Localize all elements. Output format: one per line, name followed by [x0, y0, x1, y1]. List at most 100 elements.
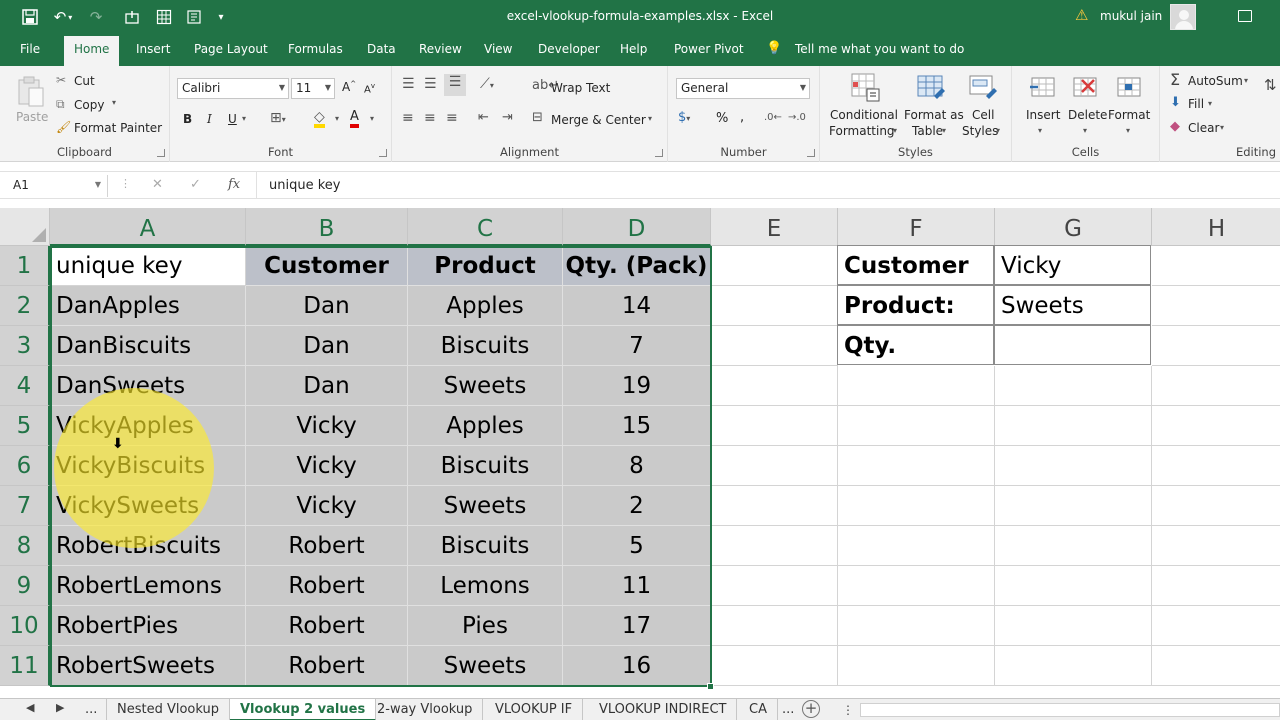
table-cell[interactable]: 11 — [563, 566, 711, 606]
tab-view[interactable]: View — [484, 42, 512, 56]
conditional-formatting-line1[interactable]: Conditional — [830, 108, 898, 122]
table-header-cell[interactable]: Customer — [246, 246, 408, 286]
tab-developer[interactable]: Developer — [538, 42, 600, 56]
decrease-font-icon[interactable]: Av — [364, 82, 375, 95]
fill-dropdown-icon[interactable]: ▾ — [1208, 99, 1212, 108]
delete-cells-button[interactable]: Delete — [1068, 108, 1107, 122]
empty-cell[interactable] — [1152, 486, 1280, 526]
table-cell[interactable]: Biscuits — [408, 326, 563, 366]
horizontal-scrollbar[interactable] — [860, 703, 1280, 717]
wrap-text-button[interactable]: Wrap Text — [551, 81, 610, 95]
new-sheet-plus-icon[interactable]: + — [802, 700, 820, 718]
number-launcher-icon[interactable] — [807, 149, 815, 157]
sheet-tab-vlookup-if[interactable]: VLOOKUP IF — [485, 699, 584, 720]
copy-button[interactable]: Copy — [74, 98, 104, 112]
increase-font-icon[interactable]: A^ — [342, 80, 356, 94]
empty-cell[interactable] — [711, 486, 838, 526]
column-header-f[interactable]: F — [838, 208, 995, 246]
number-format-select[interactable]: General ▼ — [676, 78, 810, 99]
increase-decimal-icon[interactable]: .0← — [764, 112, 782, 123]
delete-cells-dropdown-icon[interactable]: ▾ — [1083, 126, 1087, 135]
tab-formulas[interactable]: Formulas — [288, 42, 343, 56]
table-cell[interactable]: Dan — [246, 326, 408, 366]
decrease-indent-icon[interactable]: ⇤ — [478, 110, 489, 125]
table-cell[interactable]: 5 — [563, 526, 711, 566]
empty-cell[interactable] — [1152, 606, 1280, 646]
table-header-cell[interactable]: Product — [408, 246, 563, 286]
empty-cell[interactable] — [838, 406, 995, 446]
insert-cells-icon[interactable] — [1028, 72, 1058, 102]
empty-cell[interactable] — [838, 366, 995, 406]
sheet-tab-vlookup-2-values[interactable]: Vlookup 2 values — [230, 699, 377, 720]
formula-input[interactable]: unique key — [256, 172, 1280, 198]
sheet-tab-2-way-vlookup[interactable]: 2-way Vlookup — [367, 699, 484, 720]
comma-style-icon[interactable]: , — [740, 110, 744, 125]
format-as-table-dropdown-icon[interactable]: ▾ — [942, 126, 946, 135]
empty-cell[interactable] — [711, 246, 838, 286]
tab-home[interactable]: Home — [64, 36, 120, 66]
empty-cell[interactable] — [995, 606, 1152, 646]
font-color-icon[interactable]: A — [350, 110, 359, 128]
empty-cell[interactable] — [711, 566, 838, 606]
row-header-11[interactable]: 11 — [0, 646, 50, 686]
alignment-launcher-icon[interactable] — [655, 149, 663, 157]
fill-color-icon[interactable]: ◇ — [314, 110, 325, 128]
table-cell[interactable]: Vicky — [246, 486, 408, 526]
font-color-dropdown-icon[interactable]: ▾ — [370, 114, 374, 123]
tab-page-layout[interactable]: Page Layout — [194, 42, 268, 56]
format-cells-icon[interactable] — [1114, 72, 1144, 102]
row-header-2[interactable]: 2 — [0, 286, 50, 326]
table-cell[interactable]: Sweets — [408, 486, 563, 526]
autosum-dropdown-icon[interactable]: ▾ — [1244, 76, 1248, 85]
format-cells-button[interactable]: Format — [1108, 108, 1150, 122]
paste-label[interactable]: Paste — [16, 110, 48, 124]
copy-dropdown-icon[interactable]: ▾ — [112, 98, 116, 107]
tab-file[interactable]: File — [20, 42, 40, 56]
paste-icon[interactable] — [16, 74, 46, 107]
table-header-cell[interactable]: Qty. (Pack) — [563, 246, 711, 286]
table-cell[interactable]: Pies — [408, 606, 563, 646]
empty-cell[interactable] — [711, 446, 838, 486]
scroll-tabs-right-icon[interactable]: ▶ — [56, 701, 64, 714]
decrease-decimal-icon[interactable]: →.0 — [788, 112, 806, 123]
row-header-9[interactable]: 9 — [0, 566, 50, 606]
format-painter-button[interactable]: Format Painter — [74, 121, 162, 135]
empty-cell[interactable] — [1152, 446, 1280, 486]
table-cell[interactable]: 2 — [563, 486, 711, 526]
select-all-corner[interactable] — [0, 208, 50, 246]
table-cell[interactable]: Sweets — [408, 366, 563, 406]
underline-dropdown-icon[interactable]: ▾ — [242, 114, 246, 123]
column-header-a[interactable]: A — [50, 208, 246, 246]
empty-cell[interactable] — [995, 486, 1152, 526]
delete-cells-icon[interactable] — [1070, 72, 1100, 102]
table-cell[interactable]: Apples — [408, 406, 563, 446]
column-header-g[interactable]: G — [995, 208, 1152, 246]
align-right-icon[interactable]: ≡ — [446, 110, 458, 126]
autosum-button[interactable]: AutoSum — [1188, 74, 1243, 88]
align-bottom-icon[interactable]: ☰ — [444, 74, 466, 96]
align-left-icon[interactable]: ≡ — [402, 110, 414, 126]
orientation-icon[interactable]: ⟋▾ — [480, 76, 494, 92]
sheet-tab-nested-vlookup[interactable]: Nested Vlookup — [106, 699, 231, 720]
insert-cells-dropdown-icon[interactable]: ▾ — [1038, 126, 1042, 135]
conditional-formatting-line2[interactable]: Formatting — [829, 124, 895, 138]
borders-icon[interactable]: ⊞▾ — [270, 110, 286, 126]
fill-color-dropdown-icon[interactable]: ▾ — [335, 114, 339, 123]
clear-button[interactable]: Clear — [1188, 121, 1219, 135]
insert-function-button[interactable]: fx — [228, 177, 240, 192]
tab-help[interactable]: Help — [620, 42, 647, 56]
table-cell[interactable]: RobertSweets — [50, 646, 246, 686]
format-as-table-icon[interactable] — [916, 72, 946, 102]
format-as-table-line1[interactable]: Format as — [904, 108, 964, 122]
italic-button[interactable]: I — [207, 112, 212, 126]
empty-cell[interactable] — [1152, 566, 1280, 606]
empty-cell[interactable] — [711, 606, 838, 646]
font-name-select[interactable]: Calibri ▼ — [177, 78, 289, 99]
empty-cell[interactable] — [1152, 326, 1280, 366]
empty-cell[interactable] — [1152, 286, 1280, 326]
fill-handle[interactable] — [707, 683, 714, 690]
underline-button[interactable]: U — [228, 112, 237, 126]
table-cell[interactable]: Vicky — [246, 446, 408, 486]
more-tabs-right[interactable]: ... — [772, 699, 804, 720]
table-cell[interactable]: VickyApples — [50, 406, 246, 446]
